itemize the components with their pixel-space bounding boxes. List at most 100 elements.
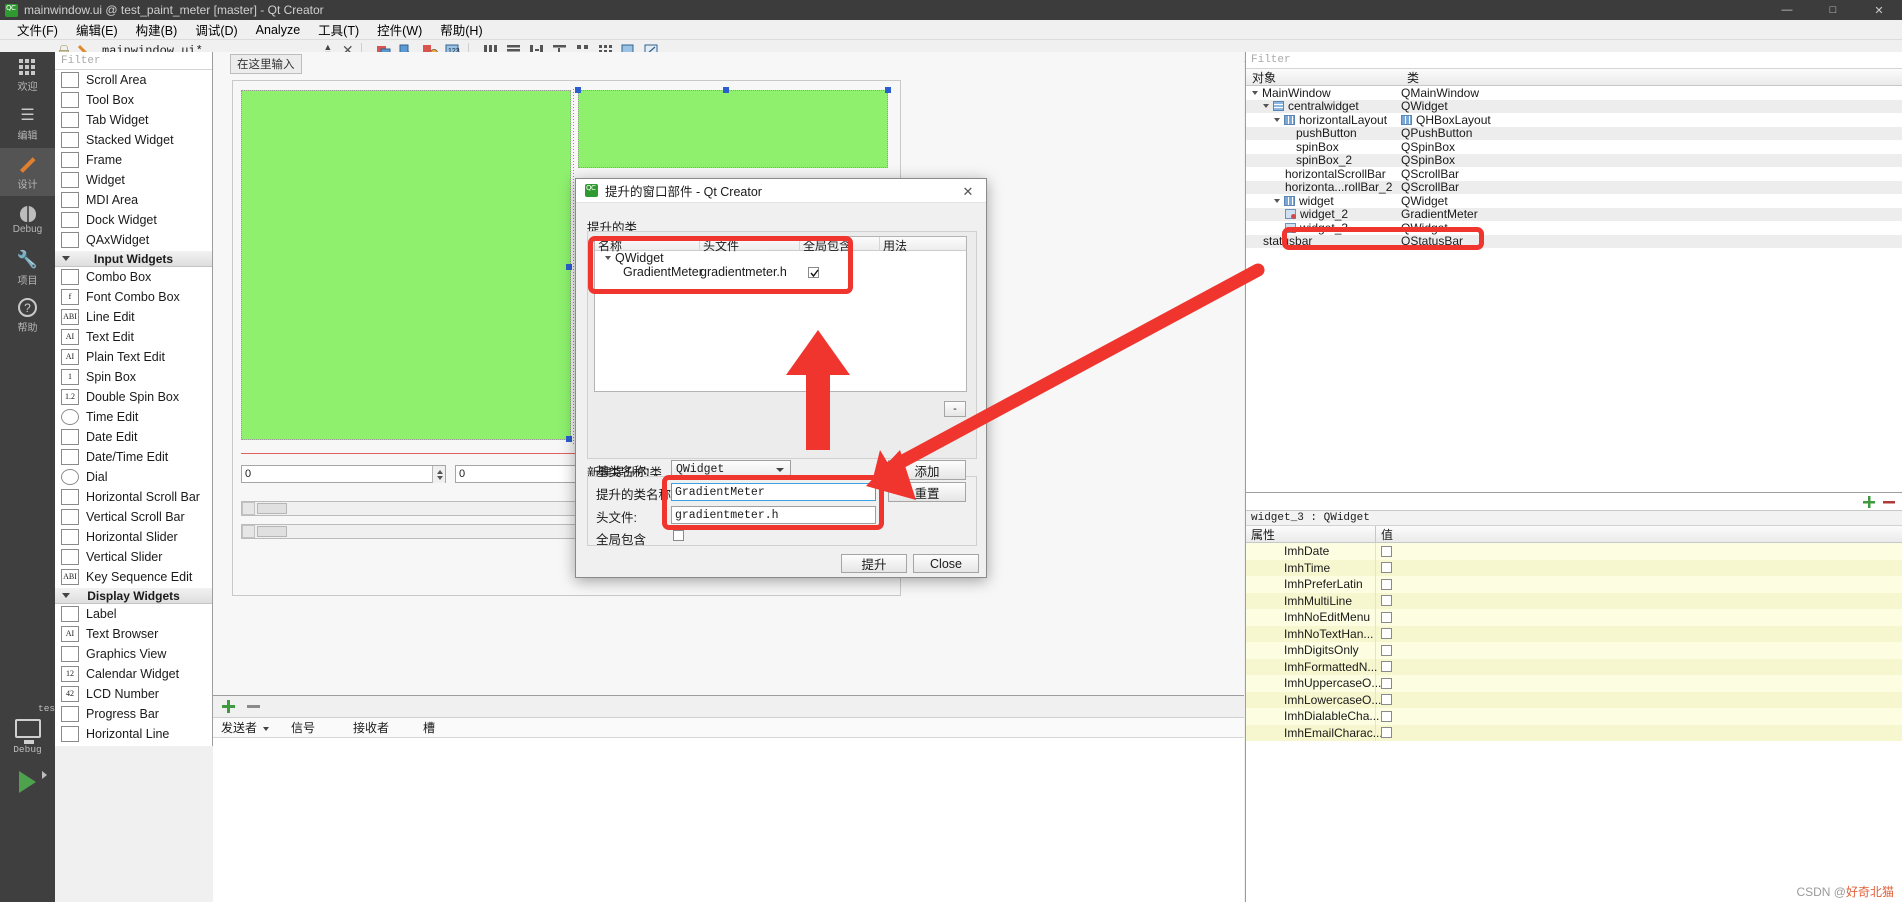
widget-item-double-spin-box[interactable]: 1.2 Double Spin Box	[55, 387, 212, 407]
remove-dynamic-property-icon[interactable]	[1882, 495, 1896, 509]
mode-design[interactable]: 设计	[0, 148, 55, 196]
widget-item-date-edit[interactable]: Date Edit	[55, 427, 212, 447]
menu-item-5[interactable]: 工具(T)	[309, 18, 368, 41]
property-row-ImhTime[interactable]: ImhTime	[1246, 559, 1902, 576]
minimize-button[interactable]: —	[1764, 0, 1810, 20]
mode-help[interactable]: ? 帮助	[0, 292, 55, 340]
menu-item-4[interactable]: Analyze	[247, 21, 309, 39]
property-value-cell[interactable]	[1376, 578, 1902, 590]
property-value-cell[interactable]	[1376, 727, 1902, 739]
widget-item-combo-box[interactable]: Combo Box	[55, 267, 212, 287]
property-checkbox[interactable]	[1381, 677, 1392, 689]
object-row-widget_3[interactable]: widget_3 QWidget	[1246, 221, 1902, 235]
tree-expander-icon[interactable]	[1274, 198, 1280, 203]
property-checkbox[interactable]	[1381, 661, 1392, 673]
spin-box-1[interactable]: 0	[241, 465, 446, 483]
property-row-ImhLowercaseO[interactable]: ImhLowercaseO...	[1246, 691, 1902, 708]
tree-expander-icon[interactable]	[1263, 104, 1269, 109]
object-row-spinBox_2[interactable]: spinBox_2 QSpinBox	[1246, 153, 1902, 167]
widget-item-label[interactable]: Label	[55, 604, 212, 624]
global-include-checkbox[interactable]	[673, 530, 684, 541]
widget-2-gradient-meter[interactable]	[241, 90, 571, 440]
widget-item-dock-widget[interactable]: Dock Widget	[55, 210, 212, 230]
property-row-ImhNoEditMenu[interactable]: ImhNoEditMenu	[1246, 609, 1902, 626]
property-row-ImhMultiLine[interactable]: ImhMultiLine	[1246, 592, 1902, 609]
widget-item-qaxwidget[interactable]: QAxWidget	[55, 230, 212, 250]
property-value-cell[interactable]	[1376, 611, 1902, 623]
minus-button[interactable]: -	[944, 401, 966, 417]
property-checkbox[interactable]	[1381, 578, 1392, 590]
target-selector-icon[interactable]	[14, 718, 41, 744]
widget-item-vertical-scroll-bar[interactable]: Vertical Scroll Bar	[55, 507, 212, 527]
grip-handle[interactable]	[723, 87, 729, 93]
property-row-ImhDigitsOnly[interactable]: ImhDigitsOnly	[1246, 642, 1902, 659]
add-connection-icon[interactable]	[221, 699, 236, 714]
widget-item-date-time-edit[interactable]: Date/Time Edit	[55, 447, 212, 467]
widget-item-lcd-number[interactable]: 42 LCD Number	[55, 684, 212, 704]
menu-item-1[interactable]: 编辑(E)	[67, 18, 127, 41]
property-checkbox[interactable]	[1381, 644, 1392, 656]
object-row-horizontalLayout[interactable]: horizontalLayout QHBoxLayout	[1246, 113, 1902, 127]
widget-item-tool-box[interactable]: Tool Box	[55, 90, 212, 110]
object-row-horizontarollBar_2[interactable]: horizonta...rollBar_2 QScrollBar	[1246, 180, 1902, 194]
widget-category-display-widgets[interactable]: Display Widgets	[55, 587, 212, 604]
menu-item-2[interactable]: 构建(B)	[127, 18, 187, 41]
widget-item-horizontal-line[interactable]: Horizontal Line	[55, 724, 212, 744]
signal-column-0[interactable]: 发送者	[213, 719, 283, 736]
object-row-horizontalScrollBar[interactable]: horizontalScrollBar QScrollBar	[1246, 167, 1902, 181]
widget-item-text-edit[interactable]: AI Text Edit	[55, 327, 212, 347]
property-checkbox[interactable]	[1381, 727, 1392, 739]
widget-3-qwidget[interactable]	[578, 90, 888, 168]
tree-expander-icon[interactable]	[1252, 90, 1258, 95]
widget-item-calendar-widget[interactable]: 12 Calendar Widget	[55, 664, 212, 684]
property-value-cell[interactable]	[1376, 644, 1902, 656]
widget-item-font-combo-box[interactable]: f Font Combo Box	[55, 287, 212, 307]
widget-item-spin-box[interactable]: 1 Spin Box	[55, 367, 212, 387]
menu-item-3[interactable]: 调试(D)	[186, 18, 246, 41]
property-row-ImhEmailCharac[interactable]: ImhEmailCharac...	[1246, 724, 1902, 741]
property-value-cell[interactable]	[1376, 628, 1902, 640]
table-row[interactable]: QWidget	[595, 251, 966, 265]
widget-item-tab-widget[interactable]: Tab Widget	[55, 110, 212, 130]
widget-category-input-widgets[interactable]: Input Widgets	[55, 250, 212, 267]
property-checkbox[interactable]	[1381, 545, 1392, 557]
widget-item-plain-text-edit[interactable]: AI Plain Text Edit	[55, 347, 212, 367]
close-button[interactable]: ✕	[1856, 0, 1902, 20]
widget-box-filter-input[interactable]: Filter	[55, 52, 212, 70]
property-checkbox[interactable]	[1381, 611, 1392, 623]
object-row-widget_2[interactable]: widget_2 GradientMeter	[1246, 207, 1902, 221]
global-include-checkbox-cell[interactable]	[808, 266, 819, 278]
property-row-ImhDialableCha[interactable]: ImhDialableCha...	[1246, 708, 1902, 725]
object-row-spinBox[interactable]: spinBox QSpinBox	[1246, 140, 1902, 154]
tree-expander-icon[interactable]	[605, 256, 611, 260]
dialog-close-action-button[interactable]: Close	[913, 554, 979, 573]
widget-item-dial[interactable]: Dial	[55, 467, 212, 487]
run-button-icon[interactable]	[19, 770, 36, 793]
table-row[interactable]: GradientMeter gradientmeter.h	[595, 265, 966, 279]
remove-connection-icon[interactable]	[246, 699, 261, 714]
widget-item-stacked-widget[interactable]: Stacked Widget	[55, 130, 212, 150]
property-checkbox[interactable]	[1381, 694, 1392, 706]
grip-handle[interactable]	[566, 264, 572, 270]
menu-item-6[interactable]: 控件(W)	[368, 18, 431, 41]
property-filter-input[interactable]	[1246, 493, 1902, 511]
mode-projects[interactable]: 🔧 项目	[0, 244, 55, 292]
property-row-ImhPreferLatin[interactable]: ImhPreferLatin	[1246, 576, 1902, 593]
tree-expander-icon[interactable]	[1274, 117, 1280, 122]
header-file-input[interactable]: gradientmeter.h	[671, 506, 876, 524]
menu-item-0[interactable]: 文件(F)	[8, 18, 67, 41]
add-button[interactable]: 添加	[888, 460, 966, 480]
promote-button[interactable]: 提升	[841, 554, 907, 573]
promoted-class-name-input[interactable]: GradientMeter	[671, 483, 876, 501]
widget-item-scroll-area[interactable]: Scroll Area	[55, 70, 212, 90]
property-row-ImhUppercaseO[interactable]: ImhUppercaseO...	[1246, 675, 1902, 692]
scrollbar-left-arrow-icon[interactable]	[242, 525, 255, 538]
property-row-ImhDate[interactable]: ImhDate	[1246, 543, 1902, 560]
property-checkbox[interactable]	[1381, 562, 1392, 574]
property-checkbox[interactable]	[1381, 595, 1392, 607]
base-class-combo[interactable]: QWidget	[671, 460, 791, 478]
promoted-classes-table[interactable]: 名称 头文件 全局包含 用法 QWidget GradientMeter gra…	[594, 236, 967, 392]
widget-item-mdi-area[interactable]: MDI Area	[55, 190, 212, 210]
widget-item-horizontal-scroll-bar[interactable]: Horizontal Scroll Bar	[55, 487, 212, 507]
scrollbar-left-arrow-icon[interactable]	[242, 502, 255, 515]
